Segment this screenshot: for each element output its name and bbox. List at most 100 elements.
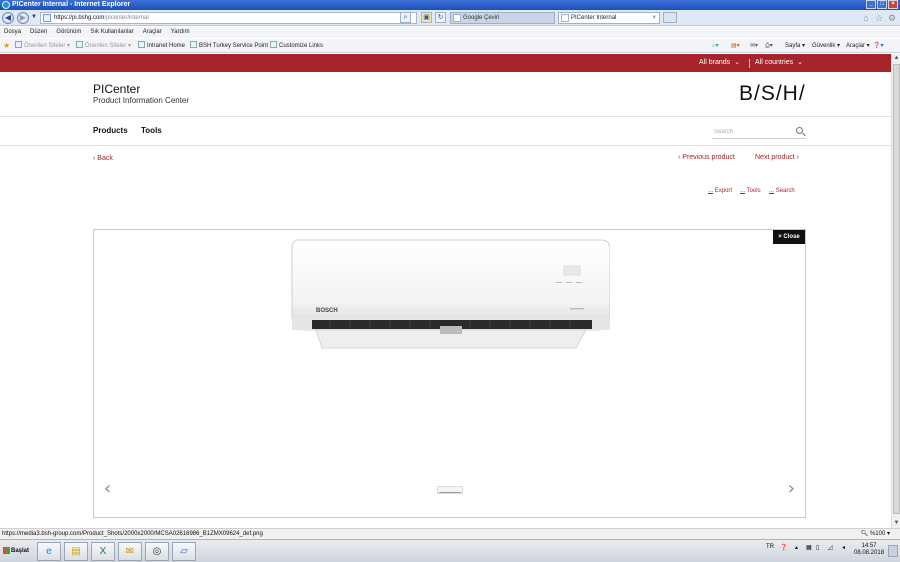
- page-icon: [190, 41, 197, 48]
- menu-bar: Dosya Düzen Görünüm Sık Kullanılanlar Ar…: [0, 27, 900, 38]
- scroll-up-arrow-icon[interactable]: ▲: [892, 54, 900, 63]
- menu-favorites[interactable]: Sık Kullanılanlar: [90, 27, 133, 38]
- url-path: /picenter/internal: [104, 15, 149, 21]
- nav-tools[interactable]: Tools: [141, 126, 162, 135]
- nav-products[interactable]: Products: [93, 126, 128, 135]
- history-dropdown-icon[interactable]: ▼: [31, 14, 37, 20]
- page-scrollbar[interactable]: ▲ ▼: [891, 54, 900, 528]
- refresh-icon[interactable]: ↻: [435, 12, 446, 23]
- zoom-icon: 🔍︎: [860, 531, 870, 537]
- internet-explorer-icon[interactable]: e: [37, 542, 61, 561]
- minimize-button[interactable]: _: [866, 0, 876, 9]
- print-icon[interactable]: ⎙▾: [765, 39, 773, 53]
- back-nav-icon[interactable]: ◀: [2, 12, 14, 24]
- safety-menu[interactable]: Güvenlik ▾: [812, 39, 840, 53]
- fav-bsh-turkey-service-point[interactable]: BSH Turkey Service Point: [190, 39, 268, 53]
- help-icon[interactable]: ❓▾: [873, 39, 883, 53]
- mail-icon[interactable]: ✉▾: [750, 39, 758, 53]
- tab-google-translate[interactable]: Google Çeviri: [450, 12, 555, 24]
- close-window-button[interactable]: ×: [888, 0, 898, 9]
- search-link[interactable]: ... Search: [769, 188, 795, 194]
- favorites-star-icon[interactable]: ★: [3, 42, 10, 50]
- show-desktop-button[interactable]: [888, 545, 898, 557]
- excel-icon[interactable]: X: [91, 542, 115, 561]
- remote-desktop-icon[interactable]: ▱: [172, 542, 196, 561]
- next-image-arrow[interactable]: ›: [788, 478, 795, 499]
- chevron-down-icon: ⌄: [734, 59, 741, 66]
- outlook-icon[interactable]: ✉: [118, 542, 142, 561]
- menu-help[interactable]: Yardım: [171, 27, 190, 38]
- ie-icon: [2, 1, 10, 9]
- battery-icon[interactable]: ▯: [816, 544, 819, 551]
- scrollbar-thumb[interactable]: [893, 64, 900, 514]
- favorites-star-icon[interactable]: ☆: [874, 13, 884, 23]
- folder-icon[interactable]: ▤: [64, 542, 88, 561]
- divider: [749, 59, 750, 68]
- menu-tools[interactable]: Araçlar: [143, 27, 162, 38]
- url-prefix: https://pi.bshg.com: [54, 15, 105, 21]
- previous-product-link[interactable]: ‹ Previous product: [678, 154, 735, 161]
- export-link[interactable]: ... Export: [708, 188, 732, 194]
- image-thumbnail[interactable]: [437, 486, 463, 494]
- search-icon[interactable]: [796, 127, 803, 134]
- scroll-down-arrow-icon[interactable]: ▼: [892, 519, 900, 528]
- previous-image-arrow[interactable]: ‹: [104, 478, 111, 499]
- language-indicator[interactable]: TR: [766, 544, 774, 550]
- app-icon[interactable]: ◎: [145, 542, 169, 561]
- network-icon[interactable]: ▦: [806, 544, 812, 551]
- bsh-logo[interactable]: B/S/H/: [739, 82, 806, 106]
- close-viewer-button[interactable]: × Close: [773, 230, 805, 244]
- clock[interactable]: 14:57 08.08.2018: [854, 543, 884, 557]
- start-button[interactable]: Başlat: [1, 543, 34, 559]
- status-bar: https://media3.bsh-group.com/Product_Sho…: [0, 528, 900, 539]
- fav-customize-links[interactable]: Customize Links: [270, 39, 323, 53]
- main-nav: Products Tools: [0, 117, 891, 146]
- chevron-down-icon: ⌄: [797, 59, 804, 66]
- clock-date: 08.08.2018: [854, 550, 885, 556]
- tab-favicon: [561, 14, 569, 22]
- all-countries-dropdown[interactable]: All countries ⌄: [755, 54, 803, 72]
- brand-country-bar: All brands ⌄ All countries ⌄: [0, 54, 891, 72]
- status-url: https://media3.bsh-group.com/Product_Sho…: [2, 531, 263, 537]
- gear-icon[interactable]: ⚙: [887, 13, 897, 23]
- back-link[interactable]: ‹ Back: [93, 155, 113, 162]
- volume-icon[interactable]: ◂: [842, 544, 845, 551]
- maximize-button[interactable]: □: [877, 0, 887, 9]
- menu-edit[interactable]: Düzen: [30, 27, 47, 38]
- bing-icon: [15, 41, 22, 48]
- feeds-icon[interactable]: ▤▾: [731, 39, 740, 53]
- fav-suggested-sites-2[interactable]: Önerilen Siteler ▾: [76, 39, 131, 53]
- close-tab-icon[interactable]: ×: [652, 13, 656, 23]
- zoom-level[interactable]: 🔍︎ %100 ▾: [861, 529, 890, 539]
- menu-view[interactable]: Görünüm: [56, 27, 81, 38]
- tools-menu[interactable]: Araçlar ▾: [846, 39, 870, 53]
- site-header: PICenter Product Information Center B/S/…: [0, 72, 891, 117]
- tab-picenter[interactable]: PICenter Internal ×: [558, 12, 660, 24]
- tray-chevron-icon[interactable]: ▴: [795, 544, 798, 551]
- address-input[interactable]: https://pi.bshg.com/picenter/internal: [40, 12, 417, 24]
- home-icon[interactable]: ⌂: [861, 13, 871, 23]
- image-viewer: × Close BOSCH ‹ ›: [93, 229, 806, 518]
- tab-label: Google Çeviri: [463, 15, 500, 21]
- search-input[interactable]: [714, 125, 794, 138]
- lock-icon[interactable]: ▣: [421, 12, 432, 23]
- fav-suggested-sites-1[interactable]: Önerilen Siteler ▾: [15, 39, 70, 53]
- window-titlebar: PICenter Internal - Internet Explorer _ …: [0, 0, 900, 10]
- home-cmd-icon[interactable]: ⌂▾: [712, 39, 719, 53]
- page-menu[interactable]: Sayfa ▾: [785, 39, 805, 53]
- menu-file[interactable]: Dosya: [4, 27, 21, 38]
- tools-link[interactable]: ... Tools: [740, 188, 761, 194]
- search-dropdown-icon[interactable]: ⌕: [400, 12, 411, 23]
- air-conditioner-image: BOSCH: [291, 239, 610, 349]
- page-icon: [270, 41, 277, 48]
- help-icon[interactable]: ❓: [780, 544, 787, 551]
- site-title: PICenter: [93, 82, 141, 96]
- fav-intranet-home[interactable]: Intranet Home: [138, 39, 185, 53]
- next-product-link[interactable]: Next product ›: [755, 154, 799, 161]
- tab-label: PICenter Internal: [571, 15, 617, 21]
- forward-nav-icon[interactable]: ▶: [17, 12, 29, 24]
- tab-favicon: [453, 14, 461, 22]
- signal-icon[interactable]: ◿: [828, 544, 833, 551]
- new-tab-button[interactable]: [663, 12, 677, 23]
- all-brands-dropdown[interactable]: All brands ⌄: [699, 54, 740, 72]
